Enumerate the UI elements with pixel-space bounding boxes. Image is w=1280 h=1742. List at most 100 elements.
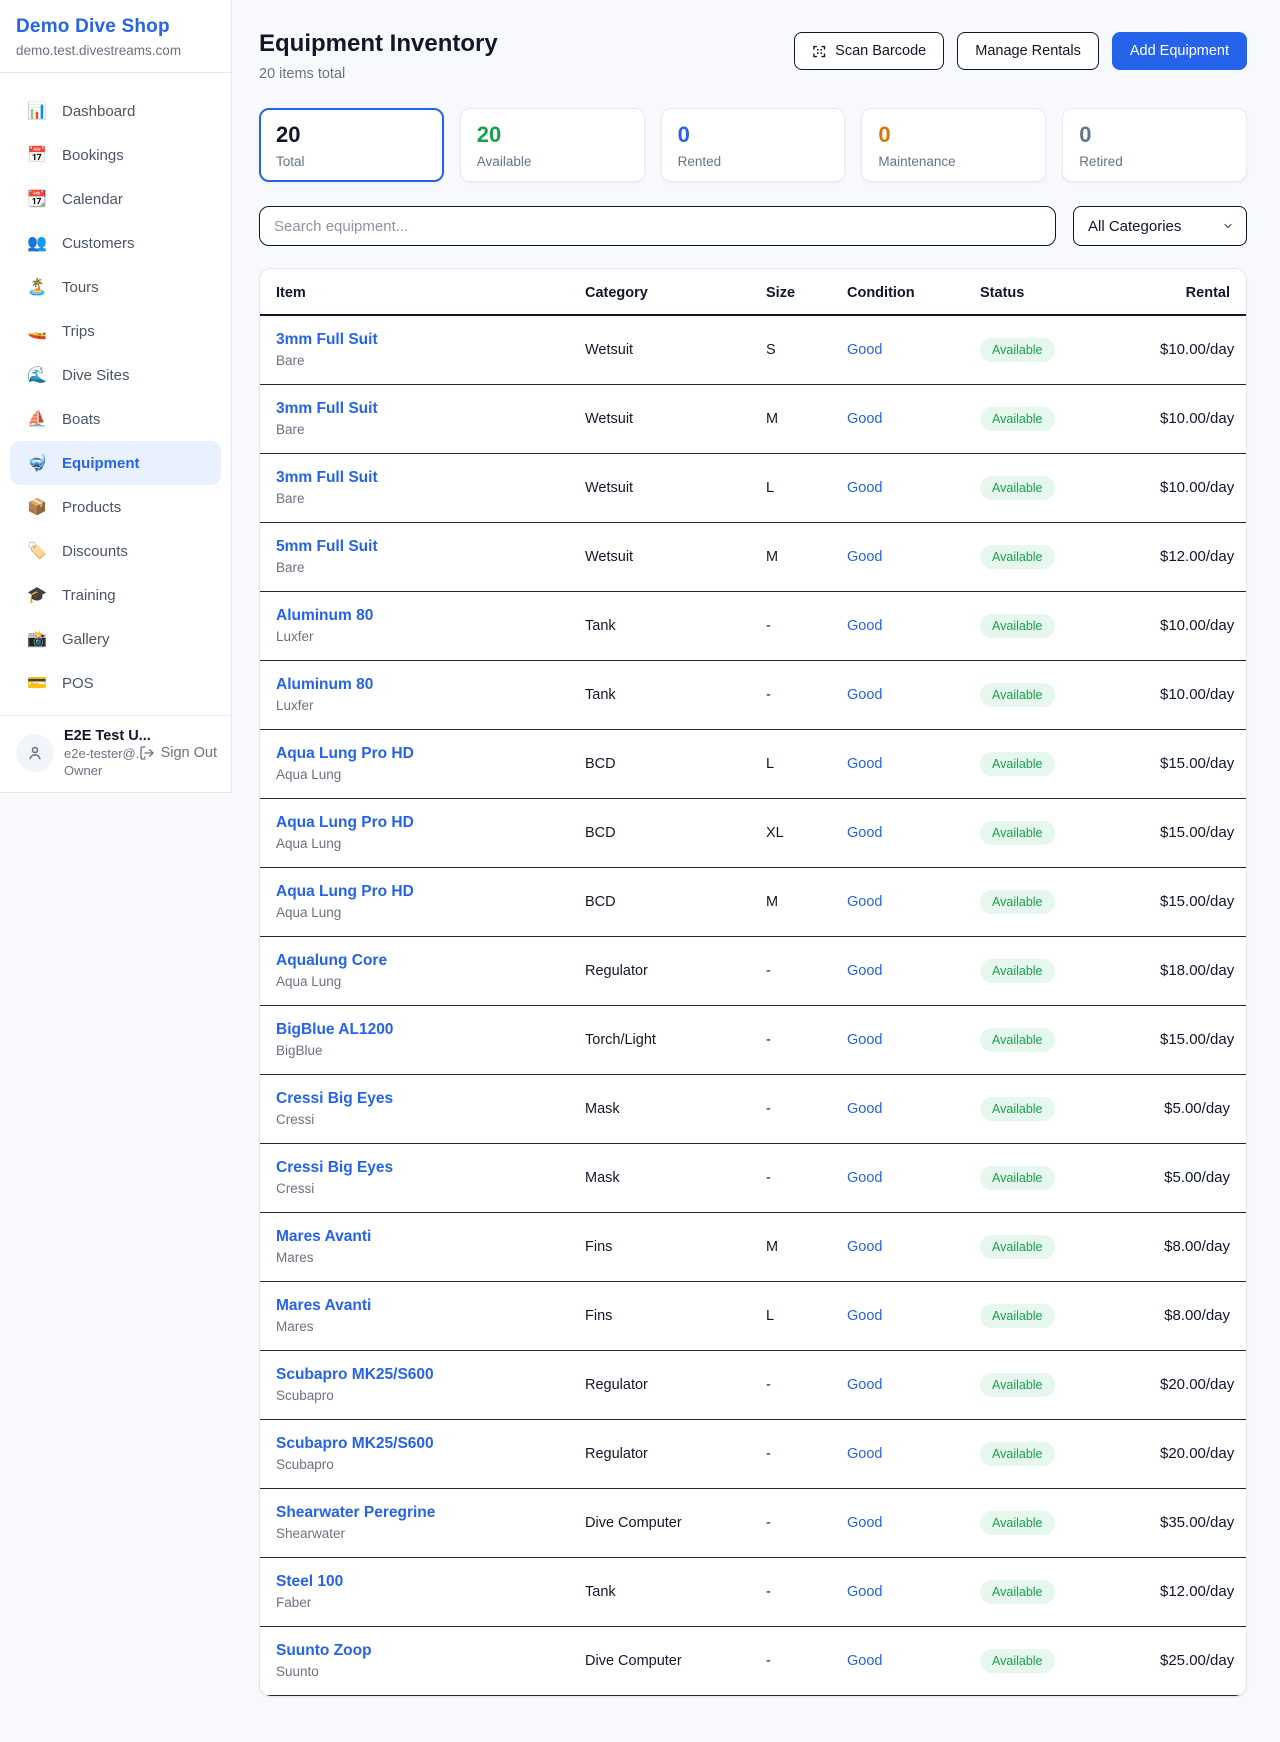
shop-name[interactable]: Demo Dive Shop (16, 16, 215, 38)
item-name-link[interactable]: 3mm Full Suit (276, 331, 585, 349)
item-name-link[interactable]: 5mm Full Suit (276, 538, 585, 556)
condition-link[interactable]: Good (847, 1170, 882, 1186)
stat-card[interactable]: 0 Maintenance (861, 108, 1046, 182)
sign-out-button[interactable]: Sign Out (139, 745, 219, 761)
tearoff-calendar-icon: 📆 (26, 189, 48, 209)
scan-barcode-button[interactable]: Scan Barcode (794, 32, 944, 70)
status-badge: Available (980, 1442, 1055, 1466)
condition-link[interactable]: Good (847, 1377, 882, 1393)
item-name-link[interactable]: Aqualung Core (276, 952, 585, 970)
stat-card[interactable]: 20 Available (460, 108, 645, 182)
condition-link[interactable]: Good (847, 1239, 882, 1255)
item-name-link[interactable]: Aqua Lung Pro HD (276, 883, 585, 901)
sidebar-item-customers[interactable]: 👥 Customers (10, 221, 221, 265)
condition-link[interactable]: Good (847, 618, 882, 634)
user-email: e2e-tester@... (64, 746, 129, 761)
condition-link[interactable]: Good (847, 1101, 882, 1117)
item-name-link[interactable]: Steel 100 (276, 1573, 585, 1591)
table-row: Mares Avanti Mares Fins M Good Available… (260, 1212, 1246, 1281)
item-name-link[interactable]: Mares Avanti (276, 1228, 585, 1246)
equipment-table: Item Category Size Condition Status Rent… (260, 269, 1246, 1696)
condition-link[interactable]: Good (847, 1446, 882, 1462)
condition-link[interactable]: Good (847, 894, 882, 910)
user-meta: E2E Test U... e2e-tester@... Owner (64, 728, 129, 778)
sidebar-item-bookings[interactable]: 📅 Bookings (10, 133, 221, 177)
item-category: Fins (585, 1212, 766, 1281)
sidebar-item-training[interactable]: 🎓 Training (10, 573, 221, 617)
item-name-link[interactable]: Mares Avanti (276, 1297, 585, 1315)
col-status: Status (980, 269, 1160, 315)
sidebar-item-trips[interactable]: 🚤 Trips (10, 309, 221, 353)
item-brand: BigBlue (276, 1043, 585, 1058)
condition-link[interactable]: Good (847, 480, 882, 496)
condition-link[interactable]: Good (847, 342, 882, 358)
search-input[interactable] (259, 206, 1056, 246)
condition-link[interactable]: Good (847, 549, 882, 565)
sidebar-item-pos[interactable]: 💳 POS (10, 661, 221, 705)
item-size: L (766, 1281, 847, 1350)
sidebar-item-discounts[interactable]: 🏷️ Discounts (10, 529, 221, 573)
table-row: 5mm Full Suit Bare Wetsuit M Good Availa… (260, 522, 1246, 591)
table-header-row: Item Category Size Condition Status Rent… (260, 269, 1246, 315)
condition-link[interactable]: Good (847, 1584, 882, 1600)
sidebar-item-products[interactable]: 📦 Products (10, 485, 221, 529)
diving-mask-icon: 🤿 (26, 453, 48, 473)
item-name-link[interactable]: BigBlue AL1200 (276, 1021, 585, 1039)
condition-link[interactable]: Good (847, 1653, 882, 1669)
sidebar-item-label: Customers (62, 235, 135, 252)
item-name-link[interactable]: Shearwater Peregrine (276, 1504, 585, 1522)
condition-link[interactable]: Good (847, 756, 882, 772)
item-category: Wetsuit (585, 522, 766, 591)
item-brand: Luxfer (276, 698, 585, 713)
item-brand: Aqua Lung (276, 974, 585, 989)
sidebar-item-boats[interactable]: ⛵ Boats (10, 397, 221, 441)
condition-link[interactable]: Good (847, 687, 882, 703)
status-badge: Available (980, 476, 1055, 500)
sidebar-item-tours[interactable]: 🏝️ Tours (10, 265, 221, 309)
rental-price: $10.00/day (1160, 341, 1234, 358)
item-name-link[interactable]: 3mm Full Suit (276, 469, 585, 487)
stat-label: Maintenance (878, 154, 1029, 169)
status-badge: Available (980, 1028, 1055, 1052)
status-badge: Available (980, 338, 1055, 362)
sidebar-item-equipment[interactable]: 🤿 Equipment (10, 441, 221, 485)
condition-link[interactable]: Good (847, 963, 882, 979)
condition-link[interactable]: Good (847, 1032, 882, 1048)
item-name-link[interactable]: Scubapro MK25/S600 (276, 1435, 585, 1453)
item-name-link[interactable]: Suunto Zoop (276, 1642, 585, 1660)
item-name-link[interactable]: Aqua Lung Pro HD (276, 814, 585, 832)
item-name-link[interactable]: Cressi Big Eyes (276, 1090, 585, 1108)
item-name-link[interactable]: Cressi Big Eyes (276, 1159, 585, 1177)
item-name-link[interactable]: Aluminum 80 (276, 676, 585, 694)
item-size: S (766, 315, 847, 384)
item-size: M (766, 1212, 847, 1281)
item-name-link[interactable]: Aqua Lung Pro HD (276, 745, 585, 763)
item-category: Tank (585, 591, 766, 660)
table-row: Cressi Big Eyes Cressi Mask - Good Avail… (260, 1143, 1246, 1212)
item-size: - (766, 1143, 847, 1212)
stat-card[interactable]: 0 Rented (661, 108, 846, 182)
category-selected-value: All Categories (1088, 218, 1181, 235)
rental-price: $15.00/day (1160, 893, 1234, 910)
table-row: Steel 100 Faber Tank - Good Available $1… (260, 1557, 1246, 1626)
stat-card[interactable]: 0 Retired (1062, 108, 1247, 182)
item-name-link[interactable]: 3mm Full Suit (276, 400, 585, 418)
item-name-link[interactable]: Scubapro MK25/S600 (276, 1366, 585, 1384)
stat-label: Rented (678, 154, 829, 169)
add-equipment-button[interactable]: Add Equipment (1112, 32, 1247, 70)
table-row: Aqua Lung Pro HD Aqua Lung BCD M Good Av… (260, 867, 1246, 936)
condition-link[interactable]: Good (847, 411, 882, 427)
item-brand: Aqua Lung (276, 767, 585, 782)
category-select[interactable]: All Categories (1073, 206, 1247, 246)
sidebar: Demo Dive Shop demo.test.divestreams.com… (0, 0, 232, 793)
condition-link[interactable]: Good (847, 825, 882, 841)
sidebar-item-dashboard[interactable]: 📊 Dashboard (10, 89, 221, 133)
condition-link[interactable]: Good (847, 1515, 882, 1531)
condition-link[interactable]: Good (847, 1308, 882, 1324)
sidebar-item-calendar[interactable]: 📆 Calendar (10, 177, 221, 221)
sidebar-item-gallery[interactable]: 📸 Gallery (10, 617, 221, 661)
item-name-link[interactable]: Aluminum 80 (276, 607, 585, 625)
manage-rentals-button[interactable]: Manage Rentals (957, 32, 1099, 70)
sidebar-item-dive-sites[interactable]: 🌊 Dive Sites (10, 353, 221, 397)
stat-card[interactable]: 20 Total (259, 108, 444, 182)
